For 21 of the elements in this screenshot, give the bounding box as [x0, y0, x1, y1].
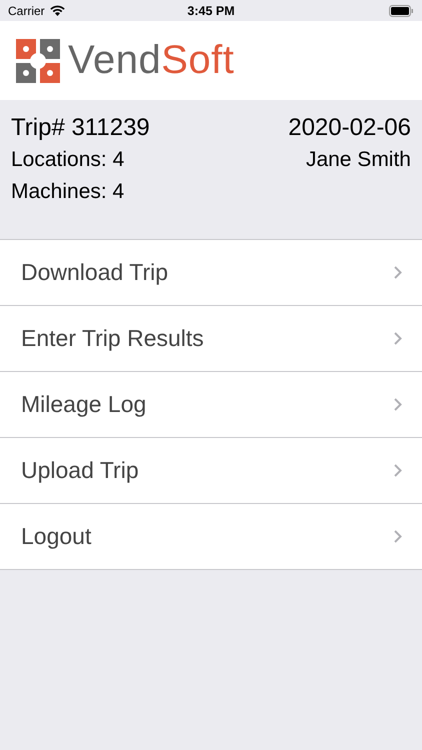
chevron-icon [394, 398, 402, 411]
logo-text: VendSoft [68, 38, 234, 83]
wifi-icon [50, 5, 65, 16]
menu-item[interactable]: Logout [0, 504, 422, 570]
driver-name: Jane Smith [304, 147, 411, 173]
menu-item[interactable]: Enter Trip Results [0, 306, 422, 372]
menu-item[interactable]: Upload Trip [0, 438, 422, 504]
menu-item[interactable]: Mileage Log [0, 372, 422, 438]
clock-time: 3:45 PM [186, 4, 236, 18]
locations-count: Locations: 4 [11, 147, 126, 173]
chevron-icon [394, 530, 402, 543]
carrier-label: Carrier [8, 4, 45, 18]
menu-item[interactable]: Download Trip [0, 240, 422, 306]
chevron-icon [394, 266, 402, 279]
logo-icon [16, 38, 60, 82]
chevron-icon [394, 332, 402, 345]
trip-date: 2020-02-06 [287, 114, 411, 142]
machines-count: Machines: 4 [11, 179, 126, 205]
trip-number: Trip# 311239 [11, 114, 151, 142]
battery-icon [389, 4, 414, 16]
chevron-icon [394, 464, 402, 477]
